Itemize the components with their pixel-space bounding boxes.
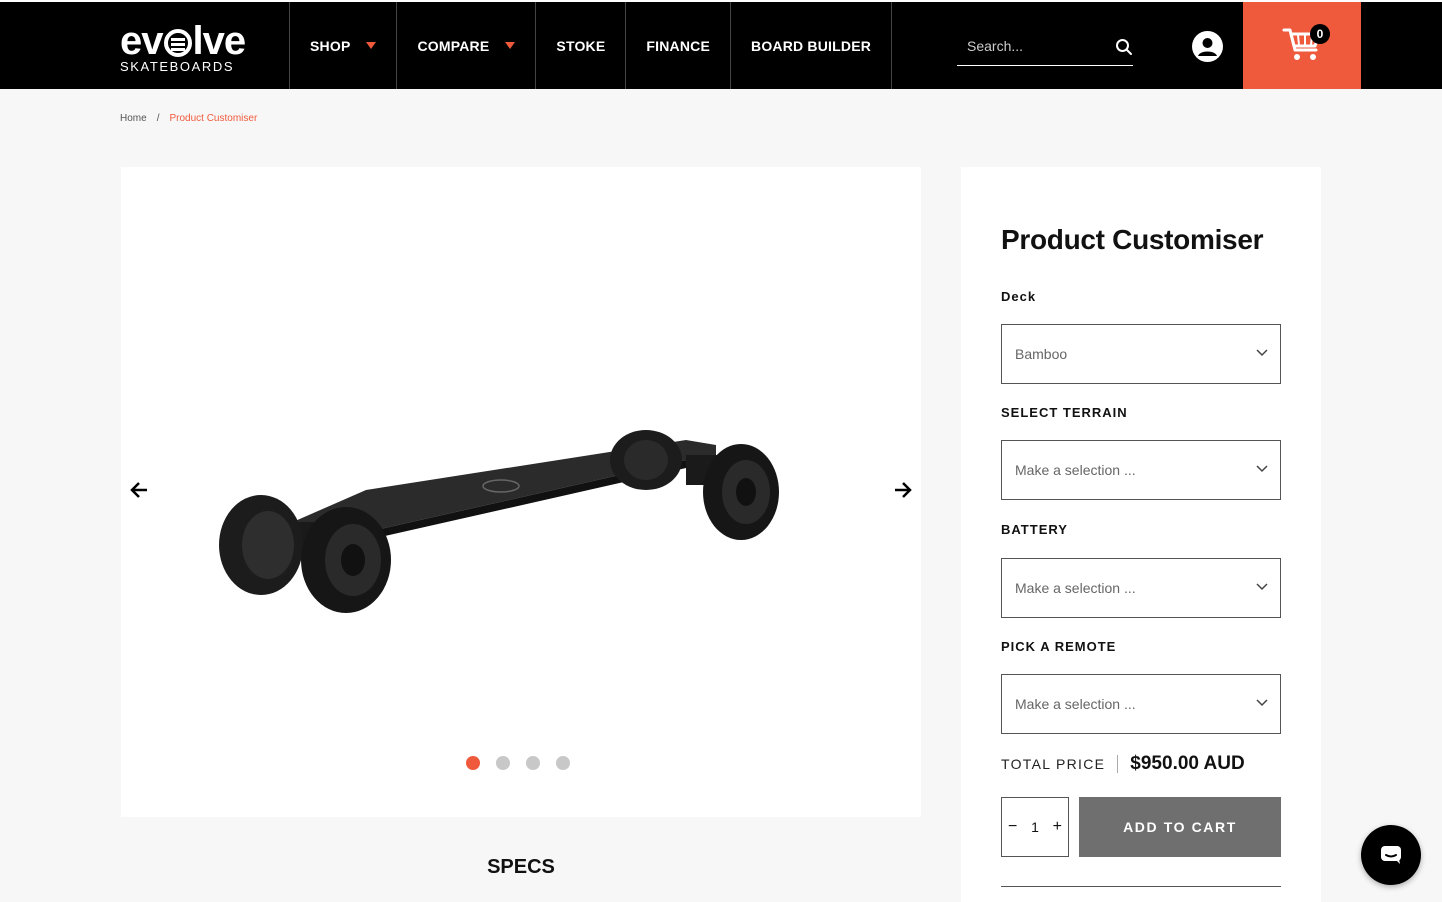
page-title: Product Customiser	[1001, 224, 1264, 255]
logo-subtitle: SKATEBOARDS	[120, 59, 235, 74]
slide-dot[interactable]	[556, 756, 570, 770]
chat-widget-button[interactable]	[1361, 825, 1421, 885]
slide-dot[interactable]	[526, 756, 540, 770]
arrow-right-icon[interactable]	[893, 481, 913, 499]
nav-shop[interactable]: SHOP	[289, 2, 396, 89]
nav-finance-label: FINANCE	[646, 37, 711, 54]
deck-select-value: Bamboo	[1015, 346, 1068, 362]
slide-dots	[466, 756, 570, 770]
nav-compare-label: COMPARE	[417, 37, 490, 54]
customiser-panel: Product Customiser Deck Bamboo SELECT TE…	[961, 167, 1321, 902]
remote-label: PICK A REMOTE	[1001, 639, 1117, 654]
logo-wordmark: ev lve	[120, 19, 246, 63]
cart-count-badge: 0	[1310, 24, 1330, 44]
account-icon[interactable]	[1192, 31, 1223, 62]
chevron-down-icon	[1256, 699, 1268, 707]
deck-select[interactable]: Bamboo	[1001, 324, 1281, 384]
chevron-down-icon	[366, 42, 377, 49]
total-price-row: TOTAL PRICE $950.00 AUD	[1001, 753, 1245, 775]
total-price-value: $950.00 AUD	[1130, 753, 1245, 774]
specs-heading: SPECS	[487, 856, 555, 878]
add-to-cart-button[interactable]: ADD TO CART	[1079, 797, 1281, 857]
slide-dot[interactable]	[466, 756, 480, 770]
main-nav: SHOP COMPARE STOKE FINANCE BOARD BUILDER	[289, 2, 893, 89]
quantity-stepper: − 1 +	[1001, 797, 1069, 857]
skateboard-image	[219, 430, 779, 613]
breadcrumb-current: Product Customiser	[169, 113, 258, 124]
nav-finance[interactable]: FINANCE	[625, 2, 730, 89]
breadcrumb: Home / Product Customiser	[120, 113, 257, 124]
divider	[1001, 886, 1281, 887]
chevron-down-icon	[505, 42, 516, 49]
arrow-left-icon[interactable]	[129, 481, 149, 499]
nav-stoke-label: STOKE	[556, 37, 606, 54]
terrain-label: SELECT TERRAIN	[1001, 405, 1128, 420]
remote-select-value: Make a selection ...	[1015, 696, 1136, 712]
chevron-down-icon	[1256, 349, 1268, 357]
breadcrumb-home[interactable]: Home	[120, 113, 147, 124]
chat-icon	[1381, 846, 1401, 864]
breadcrumb-separator: /	[156, 113, 160, 124]
terrain-select[interactable]: Make a selection ...	[1001, 440, 1281, 500]
search-input[interactable]	[957, 30, 1107, 62]
site-header: ev lve SKATEBOARDS SHOP COMPARE STOKE FIN…	[0, 0, 1442, 89]
search-icon[interactable]	[1115, 38, 1133, 56]
search-bar	[957, 30, 1133, 66]
evolve-logo[interactable]: ev lve SKATEBOARDS	[120, 19, 252, 74]
divider	[1117, 755, 1119, 773]
battery-select[interactable]: Make a selection ...	[1001, 558, 1281, 618]
deck-label: Deck	[1001, 289, 1037, 304]
product-gallery	[121, 167, 921, 817]
battery-select-value: Make a selection ...	[1015, 580, 1136, 596]
total-price-label: TOTAL PRICE	[1001, 756, 1106, 772]
quantity-decrease-button[interactable]: −	[1008, 818, 1017, 836]
quantity-value[interactable]: 1	[1031, 819, 1039, 835]
nav-board-builder-label: BOARD BUILDER	[751, 37, 872, 54]
nav-shop-label: SHOP	[310, 37, 351, 54]
remote-select[interactable]: Make a selection ...	[1001, 674, 1281, 734]
quantity-increase-button[interactable]: +	[1053, 818, 1062, 836]
nav-board-builder[interactable]: BOARD BUILDER	[730, 2, 893, 89]
chevron-down-icon	[1256, 583, 1268, 591]
chevron-down-icon	[1256, 465, 1268, 473]
nav-compare[interactable]: COMPARE	[396, 2, 535, 89]
battery-label: BATTERY	[1001, 522, 1068, 537]
slide-dot[interactable]	[496, 756, 510, 770]
terrain-select-value: Make a selection ...	[1015, 462, 1136, 478]
cart-button[interactable]	[1243, 2, 1361, 89]
nav-stoke[interactable]: STOKE	[535, 2, 625, 89]
